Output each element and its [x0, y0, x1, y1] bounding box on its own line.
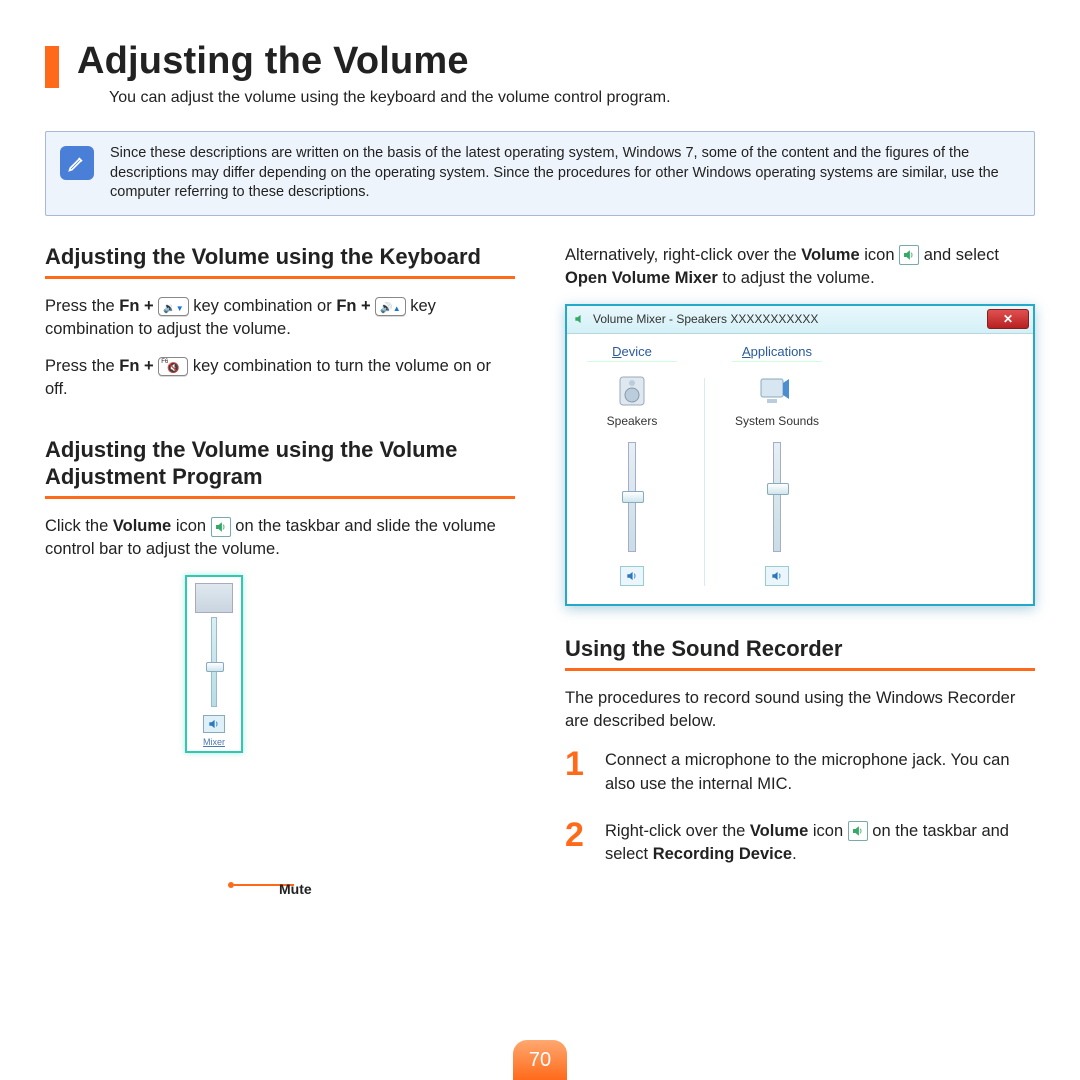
recorder-para: The procedures to record sound using the…	[565, 687, 1035, 733]
page-title: Adjusting the Volume	[77, 40, 671, 83]
volume-mixer-window: Volume Mixer - Speakers XXXXXXXXXXX ✕ De…	[565, 304, 1035, 606]
heading-program: Adjusting the Volume using the Volume Ad…	[45, 437, 515, 499]
close-button[interactable]: ✕	[987, 309, 1029, 329]
mixer-titlebar: Volume Mixer - Speakers XXXXXXXXXXX ✕	[567, 306, 1033, 334]
mixer-title: Volume Mixer - Speakers XXXXXXXXXXX	[593, 312, 818, 326]
mixer-device-label: Speakers	[587, 414, 677, 428]
slider-thumb[interactable]	[206, 662, 224, 672]
mixer-slider-app[interactable]	[773, 442, 781, 552]
intro-text: You can adjust the volume using the keyb…	[109, 89, 671, 107]
speaker-icon	[848, 821, 868, 841]
mixer-col-header: Device	[587, 344, 677, 362]
step-text: Connect a microphone to the microphone j…	[605, 747, 1035, 795]
step-2: 2 Right-click over the Volume icon on th…	[565, 818, 1035, 866]
step-number: 2	[565, 818, 591, 852]
mute-label: Mute	[279, 881, 312, 897]
step-1: 1 Connect a microphone to the microphone…	[565, 747, 1035, 795]
key-vol-down: 🔉▼	[158, 297, 188, 316]
keyboard-para-1: Press the Fn + 🔉▼ key combination or Fn …	[45, 295, 515, 341]
note-box: Since these descriptions are written on …	[45, 131, 1035, 216]
mixer-col-device: Device Speakers	[587, 344, 677, 586]
device-icon	[195, 583, 233, 613]
divider	[704, 378, 705, 586]
volume-popup-figure: Mute Mixer	[45, 575, 515, 795]
content-columns: Adjusting the Volume using the Keyboard …	[45, 244, 1035, 888]
mixer-body: Device Speakers Applications System Soun…	[567, 334, 1033, 604]
mixer-slider-device[interactable]	[628, 442, 636, 552]
mute-button[interactable]: Mute	[203, 715, 225, 733]
mixer-col-header: Applications	[732, 344, 822, 362]
left-column: Adjusting the Volume using the Keyboard …	[45, 244, 515, 888]
system-sounds-icon	[732, 370, 822, 412]
speakers-device-icon	[587, 370, 677, 412]
slider-thumb[interactable]	[622, 491, 644, 503]
volume-popup: Mute Mixer	[185, 575, 243, 753]
mixer-col-apps: Applications System Sounds	[732, 344, 822, 586]
pencil-icon	[60, 146, 94, 180]
step-text: Right-click over the Volume icon on the …	[605, 818, 1035, 866]
speaker-icon	[211, 517, 231, 537]
program-para: Click the Volume icon on the taskbar and…	[45, 515, 515, 561]
page-number: 70	[513, 1040, 567, 1080]
right-column: Alternatively, right-click over the Volu…	[565, 244, 1035, 888]
heading-keyboard: Adjusting the Volume using the Keyboard	[45, 244, 515, 279]
page-header: Adjusting the Volume You can adjust the …	[45, 40, 1035, 107]
step-number: 1	[565, 747, 591, 781]
speaker-icon	[899, 245, 919, 265]
slider-thumb[interactable]	[767, 483, 789, 495]
key-vol-up: 🔊▲	[375, 297, 405, 316]
key-mute: F6🔇	[158, 357, 188, 376]
volume-slider[interactable]	[211, 617, 217, 707]
mixer-link[interactable]: Mixer	[191, 735, 237, 749]
window-icon	[573, 312, 587, 326]
heading-recorder: Using the Sound Recorder	[565, 636, 1035, 671]
mixer-mute-device[interactable]	[620, 566, 644, 586]
keyboard-para-2: Press the Fn + F6🔇 key combination to tu…	[45, 355, 515, 401]
mixer-mute-app[interactable]	[765, 566, 789, 586]
note-text: Since these descriptions are written on …	[110, 144, 1018, 203]
right-para-1: Alternatively, right-click over the Volu…	[565, 244, 1035, 290]
mixer-app-label: System Sounds	[732, 414, 822, 428]
title-accent-bar	[45, 46, 59, 88]
